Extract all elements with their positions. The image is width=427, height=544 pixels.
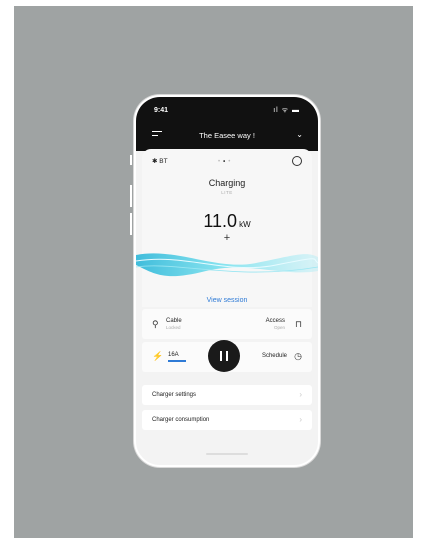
page-dot: • bbox=[228, 159, 234, 165]
charger-title[interactable]: The Easee way ! bbox=[136, 131, 318, 140]
home-indicator[interactable] bbox=[206, 453, 248, 455]
phone-frame: 9:41 ıl ᯤ ▬ The Easee way ! ⌄ ✱ BT ••• C… bbox=[134, 95, 320, 467]
power-unit: kW bbox=[239, 220, 251, 229]
power-icon[interactable] bbox=[292, 156, 302, 166]
pause-button[interactable] bbox=[208, 340, 240, 372]
current-limit-bar bbox=[168, 360, 186, 362]
access-label[interactable]: Access bbox=[266, 318, 285, 324]
chevron-down-icon[interactable]: ⌄ bbox=[296, 130, 303, 139]
phone-volume-up bbox=[130, 185, 132, 207]
phone-volume-down bbox=[130, 213, 132, 235]
bolt-icon: ⚡ bbox=[152, 351, 164, 361]
schedule-label[interactable]: Schedule bbox=[262, 353, 287, 359]
current-limit[interactable]: 16A bbox=[168, 352, 179, 358]
clock-icon[interactable]: ◷ bbox=[294, 351, 302, 362]
list-item-label: Charger consumption bbox=[152, 417, 210, 423]
bluetooth-icon: ✱ bbox=[152, 158, 158, 165]
access-state: Open bbox=[273, 325, 285, 330]
chevron-right-icon: › bbox=[299, 415, 302, 424]
cable-label[interactable]: Cable bbox=[166, 318, 182, 324]
bluetooth-label: BT bbox=[159, 158, 168, 165]
page-indicator[interactable]: ••• bbox=[218, 159, 233, 165]
view-session-link[interactable]: View session bbox=[136, 297, 318, 304]
cable-access-row: ⚲ Cable Locked Access Open ⊓ bbox=[142, 309, 312, 339]
phone-mute-switch bbox=[130, 155, 132, 165]
power-value: 11.0 bbox=[203, 211, 238, 231]
charger-settings-item[interactable]: Charger settings › bbox=[142, 385, 312, 405]
status-icons: ıl ᯤ ▬ bbox=[273, 107, 300, 114]
charger-consumption-item[interactable]: Charger consumption › bbox=[142, 410, 312, 430]
status-time: 9:41 bbox=[154, 107, 169, 114]
power-readout: 11.0 kW bbox=[142, 211, 312, 232]
list-item-label: Charger settings bbox=[152, 392, 197, 398]
charging-status: Charging bbox=[208, 178, 246, 188]
cable-icon: ⚲ bbox=[152, 319, 159, 329]
app-header: The Easee way ! ⌄ bbox=[136, 121, 318, 151]
cable-state: Locked bbox=[166, 325, 181, 330]
bluetooth-status[interactable]: ✱ BT bbox=[152, 157, 168, 165]
charging-wave-graphic bbox=[136, 253, 318, 277]
status-bar: 9:41 ıl ᯤ ▬ bbox=[136, 97, 318, 123]
unlock-icon[interactable]: ⊓ bbox=[295, 319, 302, 330]
charger-model: LITE bbox=[221, 190, 233, 195]
chevron-right-icon: › bbox=[299, 390, 302, 399]
